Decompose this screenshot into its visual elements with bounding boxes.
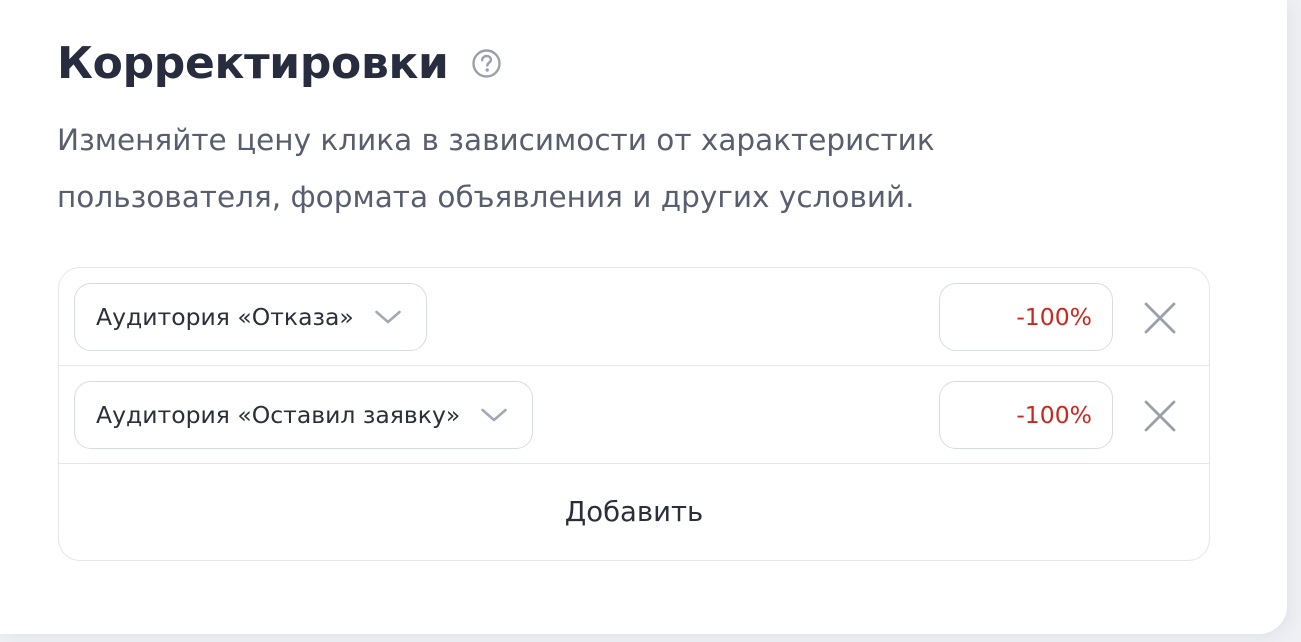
adjustments-card: Корректировки Изменяйте цену клика в зав… xyxy=(0,0,1287,634)
adjustments-list: Аудитория «Отказа» -100% Аудитория «Оста… xyxy=(58,267,1210,561)
adjustment-percent-value: -100% xyxy=(1016,303,1092,331)
adjustment-percent-value: -100% xyxy=(1016,401,1092,429)
audience-select[interactable]: Аудитория «Отказа» xyxy=(74,283,427,351)
add-adjustment-label: Добавить xyxy=(564,496,704,528)
section-header: Корректировки xyxy=(57,30,502,96)
close-icon[interactable] xyxy=(1143,399,1177,433)
adjustment-percent-input[interactable]: -100% xyxy=(939,381,1113,449)
adjustment-percent-input[interactable]: -100% xyxy=(939,283,1113,351)
audience-select-label: Аудитория «Отказа» xyxy=(96,303,354,331)
chevron-down-icon xyxy=(480,407,508,423)
chevron-down-icon xyxy=(374,309,402,325)
description-line: Изменяйте цену клика в зависимости от ха… xyxy=(57,123,935,157)
description-line: пользователя, формата объявления и други… xyxy=(57,180,915,214)
adjustment-row: Аудитория «Отказа» -100% xyxy=(59,268,1209,366)
question-circle-icon[interactable] xyxy=(471,48,502,79)
close-icon[interactable] xyxy=(1143,301,1177,335)
section-description: Изменяйте цену клика в зависимости от ха… xyxy=(57,112,1057,226)
section-title: Корректировки xyxy=(57,37,449,89)
adjustment-row: Аудитория «Оставил заявку» -100% xyxy=(59,366,1209,464)
audience-select[interactable]: Аудитория «Оставил заявку» xyxy=(74,381,534,449)
add-adjustment-button[interactable]: Добавить xyxy=(59,464,1209,560)
audience-select-label: Аудитория «Оставил заявку» xyxy=(96,401,461,429)
